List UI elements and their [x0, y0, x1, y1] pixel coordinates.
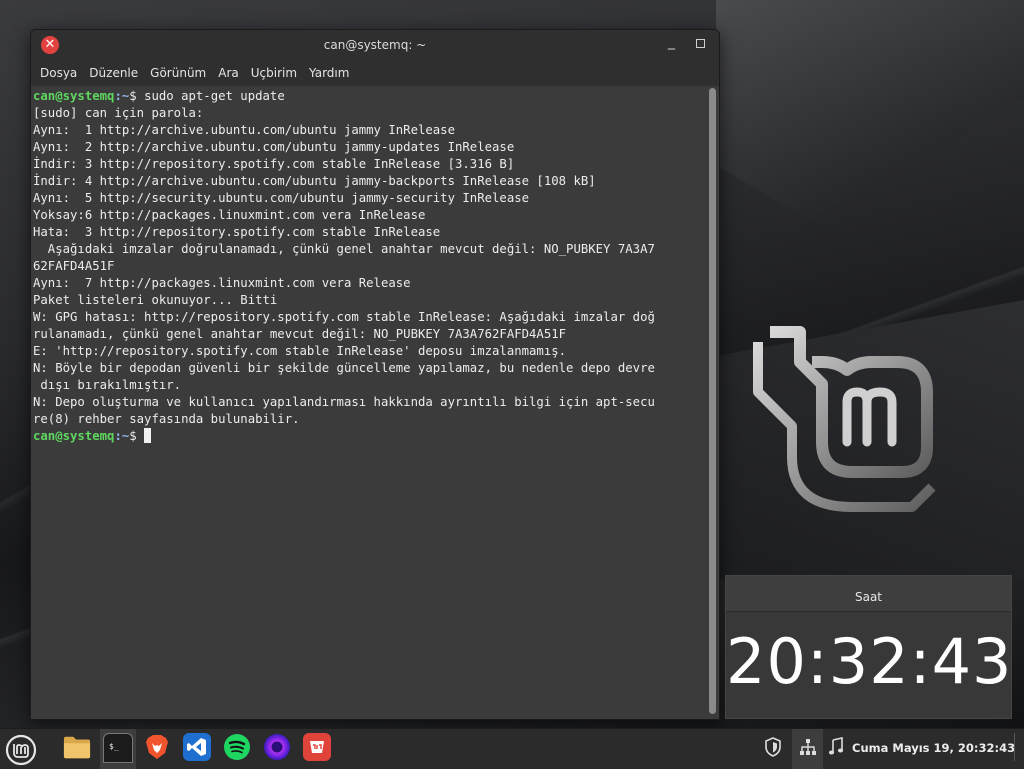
current-prompt: can@systemq:~$: [33, 428, 152, 443]
command-text: sudo apt-get update: [144, 89, 285, 103]
output-line: [sudo] can için parola:: [33, 106, 204, 120]
command-line: can@systemq:~$ sudo apt-get update: [33, 89, 285, 103]
network-icon: [800, 739, 816, 755]
output-line: N: Böyle bir depodan güvenli bir şekilde…: [33, 361, 655, 375]
prompt-user: can@systemq: [33, 429, 115, 443]
spotify-icon: [224, 734, 250, 760]
maximize-button[interactable]: [696, 36, 705, 51]
output-line: Paket listeleri okunuyor... Bitti: [33, 293, 278, 307]
maximize-icon: [696, 39, 705, 48]
prompt-user: can@systemq: [33, 89, 115, 103]
output-line: re(8) rehber sayfasında bulunabilir.: [33, 412, 300, 426]
wallpaper-shape: [716, 0, 1024, 220]
panel-datetime[interactable]: Cuma Mayıs 19, 20:32:43: [852, 741, 1015, 755]
terminal-area[interactable]: can@systemq:~$ sudo apt-get update [sudo…: [31, 86, 719, 719]
scrollbar[interactable]: [709, 88, 717, 717]
output-line: dışı bırakılmıştır.: [33, 378, 182, 392]
menu-terminal[interactable]: Uçbirim: [245, 60, 303, 86]
mintinstall-icon: [310, 741, 324, 753]
launcher-terminal[interactable]: $_: [103, 733, 133, 763]
bottom-panel: $_ Cuma Mayıs 19, 20:32:43: [0, 728, 1024, 769]
mint-menu-icon[interactable]: [5, 734, 37, 766]
output-line: N: Depo oluşturma ve kullanıcı yapılandı…: [33, 395, 655, 409]
tray-sound[interactable]: [828, 737, 844, 761]
close-icon: ✕: [44, 37, 56, 52]
close-button[interactable]: ✕: [41, 36, 59, 54]
output-line: Aynı: 5 http://security.ubuntu.com/ubunt…: [33, 191, 530, 205]
terminal-icon: $_: [109, 742, 119, 751]
window-titlebar[interactable]: ✕ can@systemq: ~ _: [31, 30, 719, 60]
prompt-symbol: $: [129, 89, 145, 103]
output-line: W: GPG hatası: http://repository.spotify…: [33, 310, 655, 324]
menu-edit[interactable]: Düzenle: [83, 60, 144, 86]
output-line: Hata: 3 http://repository.spotify.com st…: [33, 225, 441, 239]
prompt-path: :~: [114, 89, 130, 103]
launcher-spotify[interactable]: [223, 733, 251, 761]
vscode-icon: [187, 738, 206, 756]
output-line: Aynı: 7 http://packages.linuxmint.com ve…: [33, 276, 411, 290]
output-line: İndir: 4 http://archive.ubuntu.com/ubunt…: [33, 174, 596, 188]
output-line: Yoksay:6 http://packages.linuxmint.com v…: [33, 208, 426, 222]
output-line: Aynı: 2 http://archive.ubuntu.com/ubuntu…: [33, 140, 515, 154]
music-note-icon: [828, 737, 844, 755]
brave-icon: [146, 735, 168, 759]
tray-network[interactable]: [798, 737, 818, 761]
shield-icon: [765, 737, 781, 757]
tray-security[interactable]: [764, 737, 782, 761]
launcher-vscode[interactable]: [183, 733, 211, 761]
folder-icon: [63, 736, 91, 759]
window-title: can@systemq: ~: [323, 38, 427, 52]
menu-file[interactable]: Dosya: [34, 60, 83, 86]
menu-bar: Dosya Düzenle Görünüm Ara Uçbirim Yardım: [31, 60, 719, 86]
prompt-symbol: $: [129, 429, 145, 443]
clock-title: Saat: [726, 576, 1011, 612]
text-cursor: [144, 428, 152, 443]
menu-view[interactable]: Görünüm: [144, 60, 212, 86]
clock-desklet[interactable]: Saat 20:32:43: [725, 575, 1012, 719]
launcher-firefox[interactable]: [263, 733, 291, 761]
output-line: rulanamadı, çünkü genel anahtar mevcut d…: [33, 327, 567, 341]
minimize-button[interactable]: _: [668, 34, 675, 50]
prompt-path: :~: [114, 429, 130, 443]
launcher-files[interactable]: [63, 733, 91, 761]
menu-help[interactable]: Yardım: [303, 60, 355, 86]
clock-time: 20:32:43: [726, 625, 1013, 698]
launcher-software-manager[interactable]: [303, 733, 331, 761]
terminal-output[interactable]: can@systemq:~$ sudo apt-get update [sudo…: [33, 88, 703, 445]
show-desktop-button[interactable]: [1014, 733, 1021, 761]
output-line: E: 'http://repository.spotify.com stable…: [33, 344, 567, 358]
output-line: Aşağıdaki imzalar doğrulanamadı, çünkü g…: [33, 242, 655, 256]
output-line: 62FAFD4A51F: [33, 259, 115, 273]
firefox-icon: [264, 734, 290, 760]
linux-mint-logo: [753, 326, 936, 512]
scrollbar-thumb[interactable]: [709, 88, 716, 714]
output-line: Aynı: 1 http://archive.ubuntu.com/ubuntu…: [33, 123, 455, 137]
svg-text:$_: $_: [109, 742, 119, 751]
minimize-icon: _: [668, 34, 675, 50]
menu-search[interactable]: Ara: [212, 60, 245, 86]
terminal-window[interactable]: ✕ can@systemq: ~ _ Dosya Düzenle Görünüm…: [30, 29, 720, 720]
output-line: İndir: 3 http://repository.spotify.com s…: [33, 157, 515, 171]
launcher-brave[interactable]: [143, 733, 171, 761]
